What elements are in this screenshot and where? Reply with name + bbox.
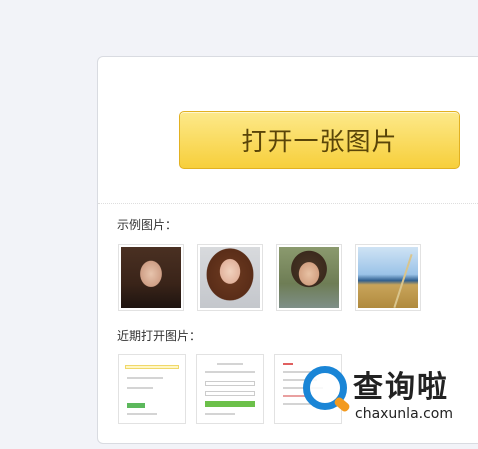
preview-line (127, 377, 163, 379)
preview-line (205, 371, 255, 373)
preview-line (205, 413, 235, 415)
preview-field (205, 381, 255, 386)
example-thumb-child[interactable] (276, 244, 342, 311)
preview-line (283, 363, 293, 365)
preview-line (127, 387, 153, 389)
preview-field (205, 391, 255, 396)
preview-line (127, 413, 157, 415)
watermark-title: 查询啦 (353, 370, 449, 405)
magnifier-logo-icon (303, 366, 347, 410)
open-image-button[interactable]: 打开一张图片 (179, 111, 460, 169)
watermark-url: chaxunla.com (355, 406, 453, 422)
preview-button (205, 401, 255, 407)
child-photo (279, 247, 339, 308)
preview-banner (125, 365, 179, 369)
preview-line (217, 363, 243, 365)
preview-button (127, 403, 145, 408)
screenshot-preview (199, 357, 261, 421)
recent-thumb-2[interactable] (196, 354, 264, 424)
recent-label: 近期打开图片： (117, 329, 202, 343)
divider (98, 203, 478, 204)
example-thumb-woman-2[interactable] (197, 244, 263, 311)
example-thumbnails (118, 244, 421, 311)
watermark: 查询啦 chaxunla.com (303, 358, 478, 428)
screenshot-preview (121, 357, 183, 421)
examples-label: 示例图片： (117, 218, 178, 232)
woman-photo (121, 247, 181, 308)
example-thumb-grass[interactable] (355, 244, 421, 311)
recent-thumb-1[interactable] (118, 354, 186, 424)
woman-photo (200, 247, 260, 308)
grass-photo (358, 247, 418, 308)
example-thumb-woman-1[interactable] (118, 244, 184, 311)
